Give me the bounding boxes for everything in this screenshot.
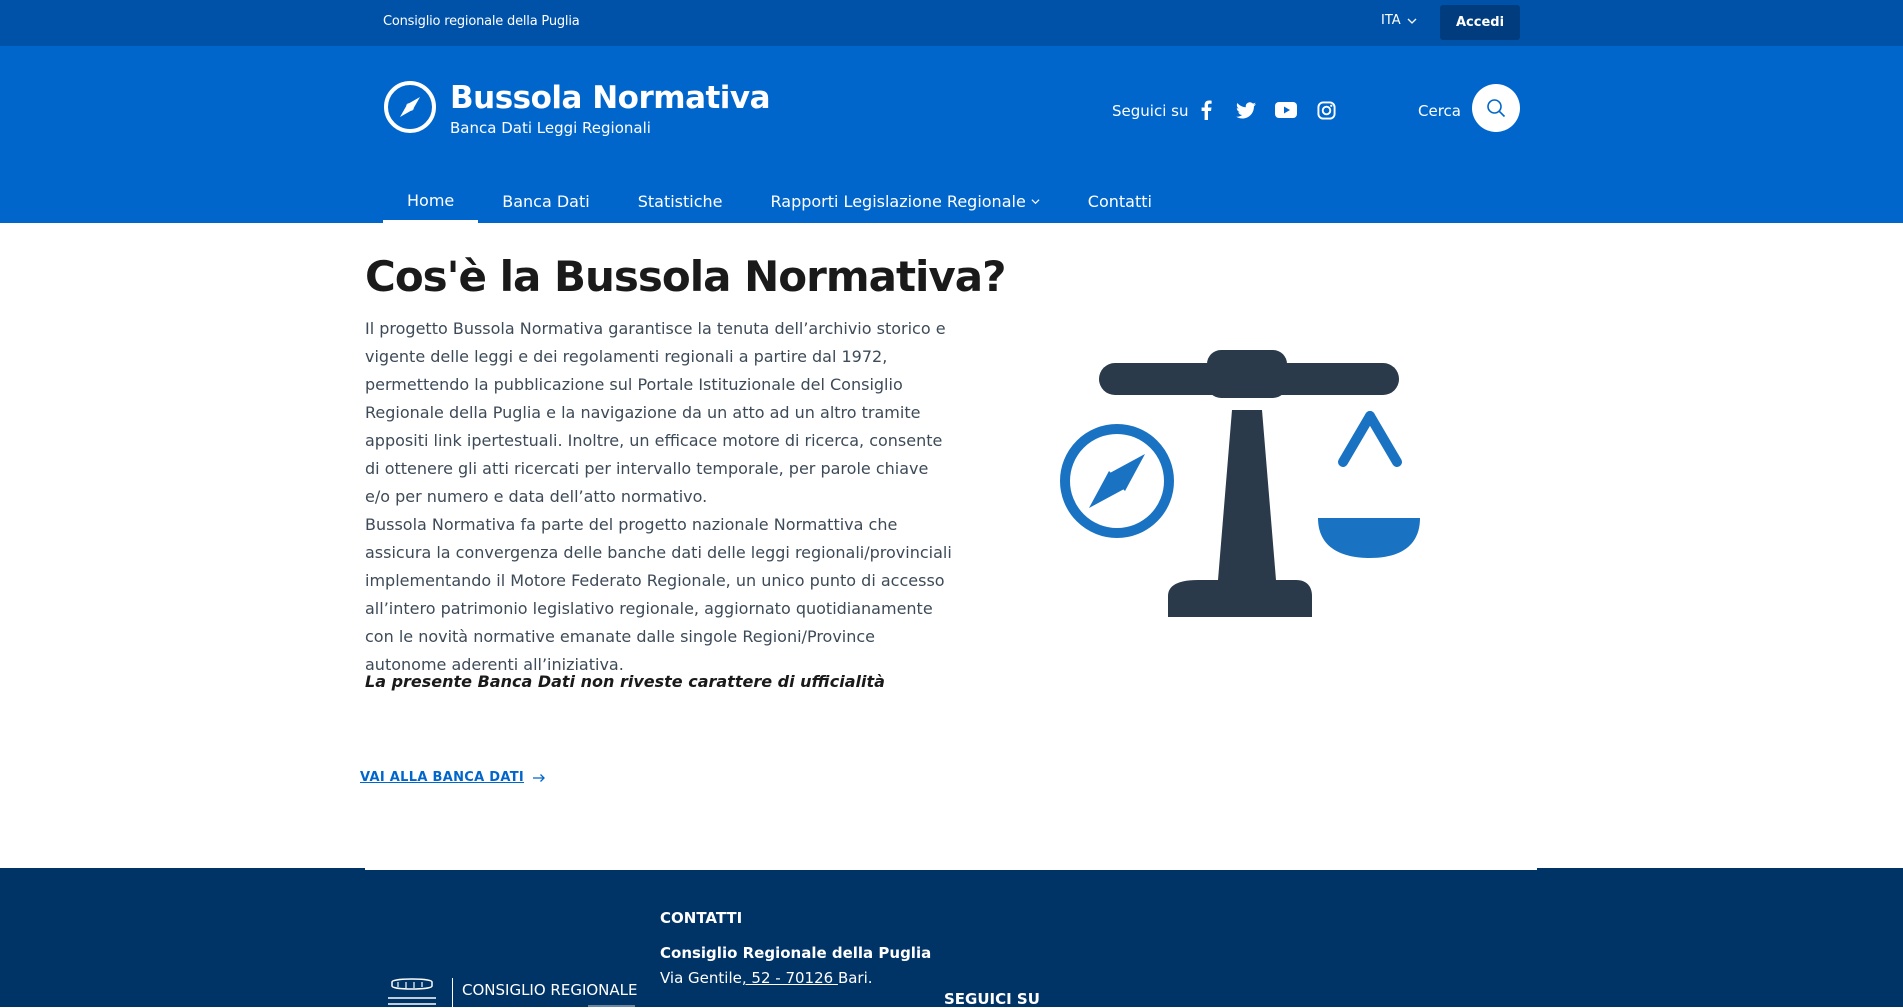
search-button[interactable] <box>1472 84 1520 132</box>
follow-label: Seguici su <box>1112 102 1189 120</box>
youtube-icon[interactable] <box>1274 98 1298 122</box>
disclaimer-notice: La presente Banca Dati non riveste carat… <box>365 672 885 691</box>
center-header: Bussola Normativa Banca Dati Leggi Regio… <box>0 46 1903 223</box>
go-to-database-link[interactable]: VAI ALLA BANCA DATI <box>360 770 546 785</box>
slim-header: Consiglio regionale della Puglia ITA Acc… <box>0 0 1903 46</box>
search-label: Cerca <box>1418 102 1461 120</box>
nav-item-statistiche[interactable]: Statistiche <box>614 180 747 223</box>
normattiva-paragraph: Bussola Normativa fa parte del progetto … <box>365 515 952 674</box>
footer-follow-heading: SEGUICI SU <box>944 990 1040 1008</box>
nav-item-home[interactable]: Home <box>383 180 479 223</box>
footer-divider <box>365 868 1537 870</box>
region-brand-link[interactable]: Consiglio regionale della Puglia <box>383 14 580 29</box>
footer-contacts-heading: CONTATTI <box>660 909 743 927</box>
site-title[interactable]: Bussola Normativa <box>450 80 771 116</box>
page-title: Cos'è la Bussola Normativa? <box>365 252 1007 301</box>
footer-address: Via Gentile, 52 - 70126 Bari. <box>660 969 873 987</box>
facebook-icon[interactable] <box>1194 98 1218 122</box>
language-selector[interactable]: ITA <box>1381 13 1417 28</box>
scales-of-justice-illustration <box>1060 350 1420 617</box>
search-icon <box>1487 99 1506 118</box>
nav-item-banca-dati[interactable]: Banca Dati <box>478 180 613 223</box>
chevron-down-icon <box>1407 18 1417 24</box>
footer-logo-divider <box>452 978 453 1007</box>
nav-item-contatti[interactable]: Contatti <box>1064 180 1176 223</box>
language-label: ITA <box>1381 13 1401 28</box>
main-navigation: Home Banca Dati Statistiche Rapporti Leg… <box>383 180 1176 223</box>
compass-logo-icon[interactable] <box>383 80 437 134</box>
site-footer <box>0 868 1903 1007</box>
site-subtitle: Banca Dati Leggi Regionali <box>450 119 651 137</box>
instagram-icon[interactable] <box>1314 98 1338 122</box>
intro-paragraph: Il progetto Bussola Normativa garantisce… <box>365 319 946 506</box>
footer-org-name: Consiglio Regionale della Puglia <box>660 944 932 962</box>
chevron-down-icon <box>1031 199 1040 205</box>
nav-item-rapporti[interactable]: Rapporti Legislazione Regionale <box>747 180 1064 223</box>
footer-logo-text[interactable]: CONSIGLIO REGIONALE <box>462 981 638 999</box>
arrow-right-icon <box>533 773 545 782</box>
login-button[interactable]: Accedi <box>1440 5 1520 40</box>
twitter-icon[interactable] <box>1234 98 1258 122</box>
footer-address-link[interactable]: , 52 - 70126 <box>742 969 838 987</box>
council-building-logo-icon <box>388 978 436 1005</box>
